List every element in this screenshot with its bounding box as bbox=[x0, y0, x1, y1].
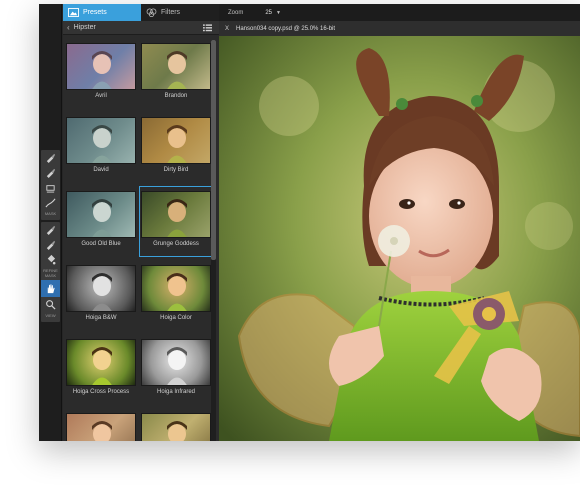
zoom-bar: Zoom 25 ▼ bbox=[219, 4, 580, 21]
list-view-icon[interactable] bbox=[203, 24, 212, 32]
preset-hoiga-infrared[interactable]: Hoiga Infrared bbox=[141, 336, 211, 403]
preset-thumbnail bbox=[66, 265, 136, 312]
preset-thumbnail-partial[interactable] bbox=[141, 410, 211, 441]
preset-label: Hoiga Infrared bbox=[156, 389, 196, 395]
category-title: Hipster bbox=[73, 24, 96, 31]
hand-icon[interactable] bbox=[41, 280, 60, 297]
preset-thumbnail bbox=[66, 43, 136, 90]
document-tab: X Hanson034 copy.psd @ 25.0% 16-bit bbox=[219, 21, 580, 36]
preset-brandon[interactable]: Brandon bbox=[141, 40, 211, 107]
mask-caption: MASK bbox=[44, 211, 57, 216]
preset-label: Good Old Blue bbox=[81, 241, 121, 247]
preset-thumbnail bbox=[141, 413, 211, 441]
photo bbox=[219, 36, 580, 441]
preset-thumbnail bbox=[141, 43, 211, 90]
preset-good-old-blue[interactable]: Good Old Blue bbox=[66, 188, 136, 255]
tab-presets[interactable]: Presets bbox=[63, 4, 141, 21]
preset-label: Hoiga Color bbox=[160, 315, 192, 321]
erase-icon[interactable] bbox=[41, 180, 60, 195]
preset-dirty-bird[interactable]: Dirty Bird bbox=[141, 114, 211, 181]
preset-scrollbar[interactable] bbox=[211, 40, 216, 441]
category-bar[interactable]: ‹ Hipster bbox=[63, 21, 219, 35]
chevron-left-icon[interactable]: ‹ bbox=[67, 23, 70, 32]
panel-tabs: Presets Filters bbox=[63, 4, 219, 21]
refine-unbrush-icon[interactable] bbox=[41, 237, 60, 252]
preset-thumbnail bbox=[141, 191, 211, 238]
presets-panel: Presets Filters ‹ Hipster Avril Brandon … bbox=[63, 4, 219, 441]
view-caption: VIEW bbox=[45, 313, 56, 318]
preset-thumbnail bbox=[66, 117, 136, 164]
brush-mask-icon[interactable] bbox=[41, 150, 60, 165]
preset-thumbnail-partial[interactable] bbox=[66, 410, 136, 441]
presets-icon bbox=[68, 8, 79, 17]
refine-bucket-icon[interactable] bbox=[41, 252, 60, 267]
chevron-down-icon[interactable]: ▼ bbox=[276, 10, 281, 16]
zoom-label: Zoom bbox=[228, 9, 244, 16]
zoom-icon[interactable] bbox=[41, 297, 60, 312]
mask-tool-group: MASK bbox=[41, 150, 60, 220]
preset-hoiga-color[interactable]: Hoiga Color bbox=[141, 262, 211, 329]
preset-thumbnail bbox=[141, 265, 211, 312]
refine-mask-caption: REFINE MASK bbox=[43, 268, 58, 278]
tab-filters-label: Filters bbox=[161, 9, 181, 16]
preset-label: Brandon bbox=[164, 93, 188, 99]
preset-thumbnail bbox=[141, 117, 211, 164]
preset-label: Hoiga Cross Process bbox=[72, 389, 130, 395]
scrollbar-thumb[interactable] bbox=[211, 40, 216, 260]
close-icon[interactable]: X bbox=[225, 26, 229, 32]
refine-brush-icon[interactable] bbox=[41, 222, 60, 237]
preset-label: Avril bbox=[95, 93, 107, 99]
tab-presets-label: Presets bbox=[83, 9, 107, 16]
brush-unmask-icon[interactable] bbox=[41, 165, 60, 180]
preset-thumbnail bbox=[141, 339, 211, 386]
preset-david[interactable]: David bbox=[66, 114, 136, 181]
preset-thumbnail bbox=[66, 191, 136, 238]
preset-hoiga-cross-process[interactable]: Hoiga Cross Process bbox=[66, 336, 136, 403]
view-tool-group: VIEW bbox=[41, 280, 60, 322]
preset-avril[interactable]: Avril bbox=[66, 40, 136, 107]
preset-label: Dirty Bird bbox=[163, 167, 189, 173]
preset-hoiga-bw[interactable]: Hoiga B&W bbox=[66, 262, 136, 329]
preset-label: David bbox=[93, 167, 109, 173]
preset-grunge-goddess[interactable]: Grunge Goddess bbox=[139, 186, 213, 257]
app-window: MASK REFINE MASK VIEW Presets Filters ‹ … bbox=[39, 4, 580, 441]
refine-tool-group: REFINE MASK bbox=[41, 222, 60, 281]
document-title: Hanson034 copy.psd @ 25.0% 16-bit bbox=[236, 25, 336, 32]
preset-thumbnail bbox=[66, 413, 136, 441]
image-canvas[interactable] bbox=[219, 36, 580, 441]
preset-label: Hoiga B&W bbox=[85, 315, 117, 321]
preset-label: Grunge Goddess bbox=[153, 241, 199, 247]
tool-strip: MASK REFINE MASK VIEW bbox=[39, 4, 62, 441]
pen-icon[interactable] bbox=[41, 195, 60, 210]
preset-thumbnail bbox=[66, 339, 136, 386]
tab-filters[interactable]: Filters bbox=[141, 4, 219, 21]
zoom-select[interactable]: 25 bbox=[265, 10, 272, 16]
filters-icon bbox=[146, 8, 157, 17]
